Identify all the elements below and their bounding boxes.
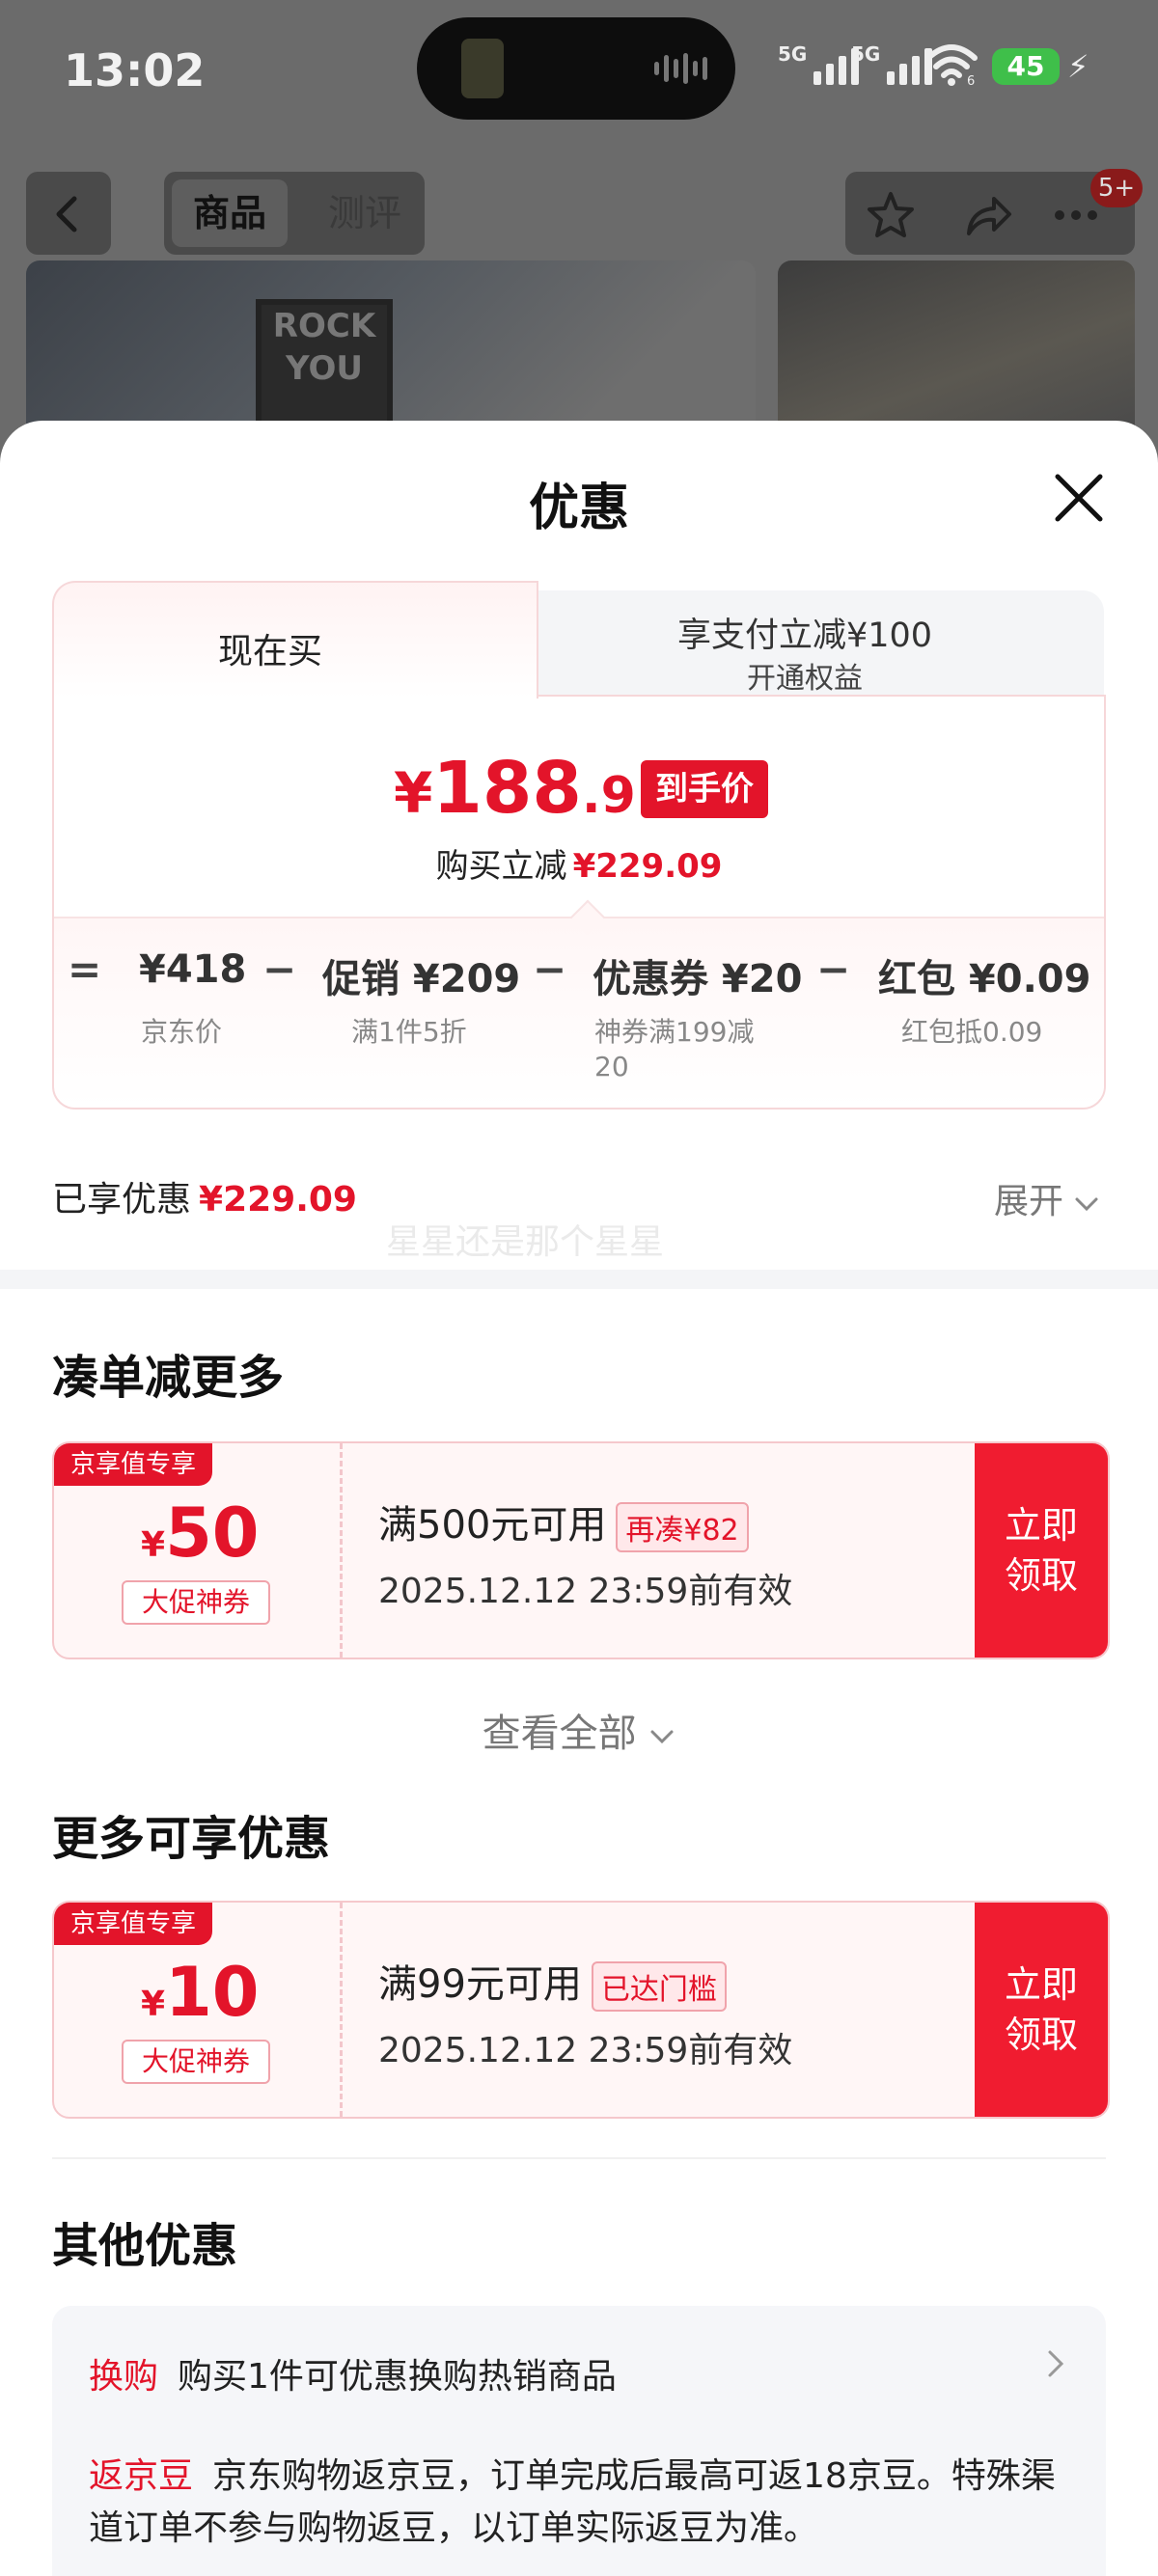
product-nav-bar: 商品 测评 5+	[0, 164, 1158, 260]
coupon-card: 京享值专享 ¥50 大促神券 满500元可用 再凑¥82 2025.12.12 2…	[52, 1441, 1110, 1659]
message-badge: 5+	[1090, 169, 1143, 207]
poster-image: ROCK YOU	[256, 299, 393, 434]
promo-discount-desc: 满1件5折	[351, 1016, 467, 1048]
section-title-other: 其他优惠	[52, 2219, 238, 2273]
coupon-hint: 再凑¥82	[616, 1502, 749, 1552]
sheet-title: 优惠	[528, 480, 629, 537]
coupon-tag: 京享值专享	[54, 1443, 212, 1486]
final-price: ¥188.91	[394, 747, 671, 830]
purchase-reduction: 购买立减 ¥229.09	[435, 847, 723, 886]
tab-review[interactable]: 测评	[317, 179, 413, 247]
price-calculator: 享支付立减¥100 开通权益 现在买 ¥188.91 到手价 购买立减 ¥229.…	[52, 581, 1106, 1110]
view-all-button[interactable]: 查看全部	[0, 1702, 1158, 1758]
price-breakdown-box: ¥188.91 到手价 购买立减 ¥229.09 = ¥418 京东价 − 促销 …	[52, 695, 1106, 1110]
coupon-amount: ¥50	[141, 1494, 260, 1573]
coupon-expiry: 2025.12.12 23:59前有效	[378, 2031, 793, 2070]
wifi-icon: 6	[925, 44, 978, 87]
coupon-discount-desc: 神券满199减20	[594, 1016, 755, 1082]
enjoyed-discount: 已享优惠 ¥229.09	[52, 1180, 357, 1219]
section-divider	[52, 2157, 1106, 2159]
watermark-text: 星星还是那个星星	[386, 1222, 665, 1262]
chevron-down-icon	[650, 1730, 674, 1744]
coupon-tag: 京享值专享	[54, 1903, 212, 1945]
formula-operator: −	[816, 945, 851, 993]
status-bar: 13:02 5G 5G 6 45 ⚡	[0, 0, 1158, 145]
signal-icon-2: 5G	[851, 42, 933, 85]
tab-product[interactable]: 商品	[172, 179, 288, 247]
tab-buy-now[interactable]: 现在买	[52, 581, 538, 699]
coupon-kind: 大促神券	[122, 1580, 270, 1625]
share-icon[interactable]	[961, 189, 1013, 241]
exchange-label: 换购	[89, 2357, 159, 2397]
red-packet-desc: 红包抵0.09	[901, 1016, 1043, 1048]
signal-icon: 5G	[778, 42, 860, 85]
charging-bolt-icon: ⚡	[1067, 48, 1089, 85]
close-icon[interactable]	[1052, 471, 1106, 525]
back-icon	[56, 196, 77, 233]
star-icon[interactable]	[865, 189, 917, 241]
formula-operator: −	[262, 945, 297, 993]
coupon-condition: 满99元可用 已达门槛	[378, 1953, 727, 2012]
product-photo-secondary[interactable]	[778, 260, 1135, 434]
section-title-more: 凑单减更多	[52, 1351, 285, 1405]
coupon-condition: 满500元可用 再凑¥82	[378, 1494, 749, 1552]
price-formula: = ¥418 京东价 − 促销 ¥209 满1件5折 − 优惠券 ¥20 神券满…	[54, 899, 1104, 1108]
final-price-tag: 到手价	[641, 760, 768, 818]
coupon-amount: ¥10	[141, 1953, 260, 2032]
expand-button[interactable]: 展开	[994, 1173, 1099, 1223]
back-button[interactable]	[26, 172, 111, 255]
claim-coupon-button[interactable]: 立即领取	[975, 1903, 1108, 2117]
red-packet-discount: 红包 ¥0.09	[878, 957, 1091, 1001]
product-tab-switch: 商品 测评	[164, 172, 425, 255]
dynamic-island[interactable]	[417, 17, 735, 120]
audio-wave-icon	[654, 52, 708, 85]
product-photo-main[interactable]: ROCK YOU	[26, 260, 756, 434]
other-discounts-box: 换购 购买1件可优惠换购热销商品 返京豆 京东购物返京豆，订单完成后最高可返18京豆…	[52, 2306, 1106, 2576]
exchange-offer-row[interactable]: 换购 购买1件可优惠换购热销商品	[89, 2348, 617, 2398]
coupon-hint: 已达门槛	[591, 1961, 727, 2012]
tab-pay-discount[interactable]: 享支付立减¥100 开通权益	[506, 590, 1104, 697]
status-time: 13:02	[64, 44, 206, 96]
coupon-kind: 大促神券	[122, 2040, 270, 2084]
jd-price-desc: 京东价	[141, 1016, 223, 1048]
formula-operator: −	[533, 945, 567, 993]
coupon-perforation	[340, 1903, 343, 2117]
discount-sheet: 优惠 享支付立减¥100 开通权益 现在买 ¥188.91 到手价 购买立减 ¥2…	[0, 421, 1158, 2576]
bean-offer-row: 返京豆 京东购物返京豆，订单完成后最高可返18京豆。特殊渠道订单不参与购物返豆，以…	[89, 2456, 1056, 2548]
wifi-badge: 6	[967, 74, 975, 87]
coupon-expiry: 2025.12.12 23:59前有效	[378, 1572, 793, 1611]
promo-discount: 促销 ¥209	[322, 957, 521, 1001]
coupon-card: 京享值专享 ¥10 大促神券 满99元可用 已达门槛 2025.12.12 23:…	[52, 1901, 1110, 2119]
section-divider	[0, 1270, 1158, 1289]
bean-label: 返京豆	[89, 2456, 194, 2496]
battery-icon: 45	[992, 48, 1060, 85]
chevron-down-icon	[1075, 1197, 1098, 1212]
jd-price: ¥418	[139, 947, 247, 992]
chevron-right-icon[interactable]	[1046, 2344, 1065, 2383]
media-thumbnail	[461, 39, 504, 98]
coupon-discount: 优惠券 ¥20	[593, 957, 803, 1001]
formula-operator: =	[68, 945, 102, 993]
claim-coupon-button[interactable]: 立即领取	[975, 1443, 1108, 1658]
section-title-available: 更多可享优惠	[52, 1812, 331, 1866]
coupon-perforation	[340, 1443, 343, 1658]
